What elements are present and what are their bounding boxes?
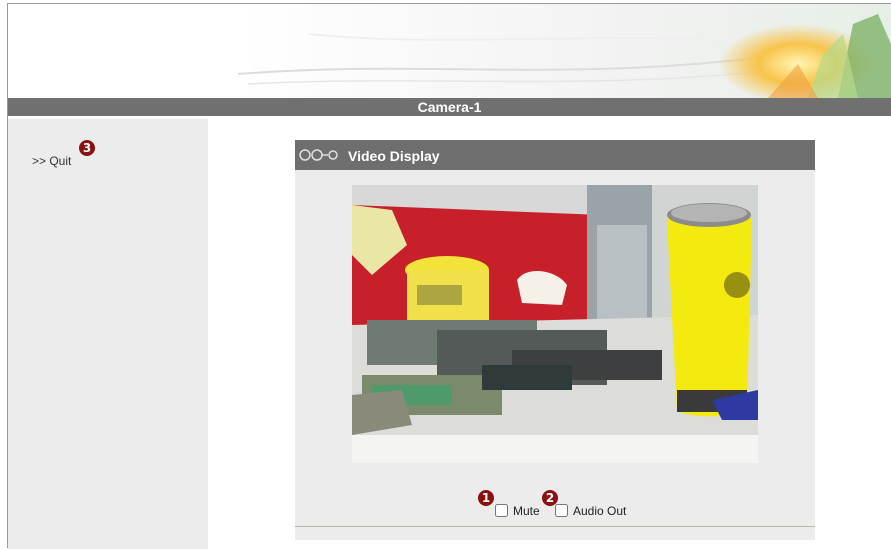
banner [8,4,891,98]
audio-out-label: Audio Out [573,504,627,518]
audio-controls: 1 Mute 2 Audio Out [295,490,815,524]
quit-link[interactable]: >> Quit [32,154,71,168]
panel-title: Video Display [348,148,440,164]
mute-checkbox[interactable] [495,504,508,517]
video-feed [352,185,758,463]
annotation-badge-3: 3 [79,140,95,156]
camera-title-bar: Camera-1 [8,98,891,116]
chain-rings-icon [298,148,338,167]
banner-graphic [237,4,891,98]
video-frame-image [352,185,758,463]
mute-label: Mute [513,504,540,518]
app-frame: Camera-1 >> Quit 3 Video Display 1 Mute … [7,3,891,549]
panel-header: Video Display [295,140,815,170]
sidebar: >> Quit 3 [8,119,208,549]
annotation-badge-1: 1 [478,490,494,506]
camera-title: Camera-1 [417,99,482,115]
video-display-panel: Video Display 1 Mute 2 Audio Out [295,140,815,540]
audio-out-checkbox[interactable] [555,504,568,517]
panel-divider [295,526,815,527]
